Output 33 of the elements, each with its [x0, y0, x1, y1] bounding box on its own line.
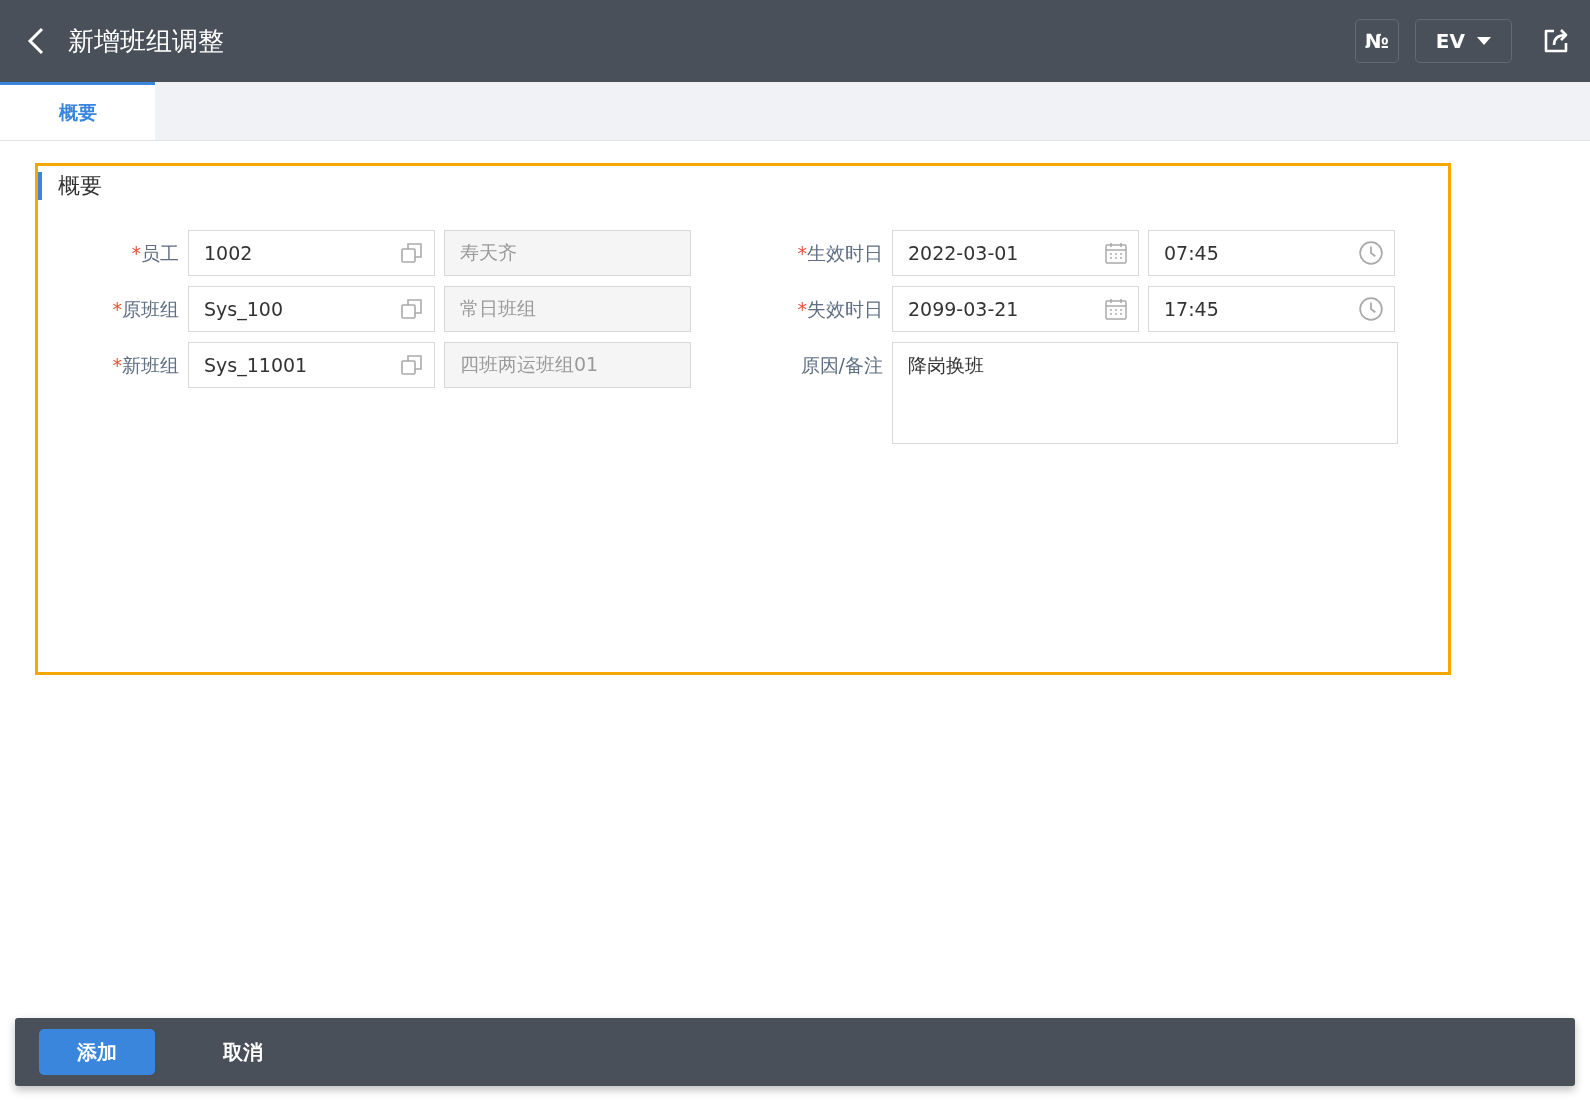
readonly-field: 四班两运班组01 — [444, 342, 691, 388]
calendar-icon[interactable] — [1104, 241, 1128, 265]
field-label: *新班组 — [111, 353, 179, 378]
back-icon[interactable] — [26, 26, 46, 56]
add-button[interactable]: 添加 — [39, 1029, 155, 1075]
readonly-field: 寿天齐 — [444, 230, 691, 276]
readonly-field: 常日班组 — [444, 286, 691, 332]
field-label: *员工 — [130, 241, 179, 266]
clock-icon[interactable] — [1358, 296, 1384, 322]
page-title: 新增班组调整 — [68, 24, 225, 58]
calendar-icon[interactable] — [1104, 297, 1128, 321]
lookup-field[interactable]: Sys_100 — [188, 286, 435, 332]
tab[interactable]: 概要 — [0, 82, 155, 140]
clock-icon[interactable] — [1358, 240, 1384, 266]
copy-icon[interactable] — [400, 353, 424, 377]
language-button[interactable]: EV — [1414, 19, 1512, 63]
lookup-field[interactable]: Sys_11001 — [188, 342, 435, 388]
section-title: 概要 — [38, 172, 1448, 200]
field-label: *原班组 — [111, 297, 179, 322]
time-field[interactable]: 07:45 — [1148, 230, 1395, 276]
field-label: *失效时日 — [796, 297, 883, 322]
field-label: *生效时日 — [796, 241, 883, 266]
time-field[interactable]: 17:45 — [1148, 286, 1395, 332]
remark-field[interactable]: 降岗换班 — [892, 342, 1398, 444]
number-button[interactable]: № — [1354, 19, 1399, 63]
date-field[interactable]: 2022-03-01 — [892, 230, 1139, 276]
lookup-field[interactable]: 1002 — [188, 230, 435, 276]
copy-icon[interactable] — [400, 241, 424, 265]
caret-icon[interactable] — [1477, 37, 1491, 45]
copy-icon[interactable] — [400, 297, 424, 321]
date-field[interactable]: 2099-03-21 — [892, 286, 1139, 332]
field-label: 原因/备注 — [799, 353, 883, 378]
cancel-button[interactable]: 取消 — [185, 1029, 301, 1075]
